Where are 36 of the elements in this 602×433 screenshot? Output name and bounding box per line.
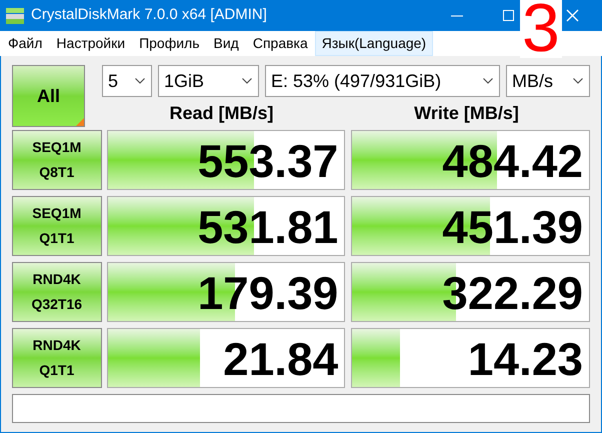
test-button[interactable]: SEQ1M Q1T1	[12, 196, 102, 256]
result-value: 21.84	[223, 333, 338, 385]
menu-item[interactable]: Язык(Language)	[314, 31, 434, 56]
maximize-icon[interactable]	[503, 10, 514, 21]
all-button[interactable]: All	[12, 65, 85, 127]
result-value: 553.37	[198, 135, 338, 187]
test-button[interactable]: SEQ1M Q8T1	[12, 130, 102, 190]
caret-icon	[135, 78, 145, 84]
close-icon[interactable]	[566, 9, 579, 22]
window-title: CrystalDiskMark 7.0.0 x64 [ADMIN]	[31, 5, 267, 26]
menu-item[interactable]: Файл	[1, 31, 50, 56]
result-value: 322.29	[442, 267, 583, 319]
menu-item[interactable]: Настройки	[49, 31, 132, 56]
result-value: 451.39	[442, 201, 583, 253]
minimize-icon[interactable]	[451, 14, 463, 16]
result-value: 14.23	[468, 333, 583, 385]
dropdown[interactable]: 5	[102, 65, 152, 97]
menu-item[interactable]: Профиль	[132, 31, 207, 56]
result-value: 484.42	[442, 135, 583, 187]
test-button[interactable]: RND4K Q32T16	[12, 262, 102, 322]
caret-icon	[242, 78, 252, 84]
test-button[interactable]: RND4K Q1T1	[12, 328, 102, 388]
menu-item[interactable]: Справка	[246, 31, 315, 56]
result-value: 531.81	[198, 201, 338, 253]
result-value: 179.39	[198, 267, 338, 319]
column-header: Write [MB/s]	[414, 102, 519, 125]
menu-item[interactable]: Вид	[206, 31, 246, 56]
corner-icon	[76, 118, 84, 126]
caret-icon	[573, 78, 583, 84]
annotation-number: 3	[520, 0, 562, 58]
dropdown[interactable]: MB/s	[506, 65, 590, 97]
column-header: Read [MB/s]	[169, 102, 274, 125]
caret-icon	[483, 78, 493, 84]
dropdown[interactable]: 1GiB	[158, 65, 259, 97]
app-icon	[5, 6, 25, 24]
dropdown[interactable]: E: 53% (497/931GiB)	[265, 65, 500, 97]
